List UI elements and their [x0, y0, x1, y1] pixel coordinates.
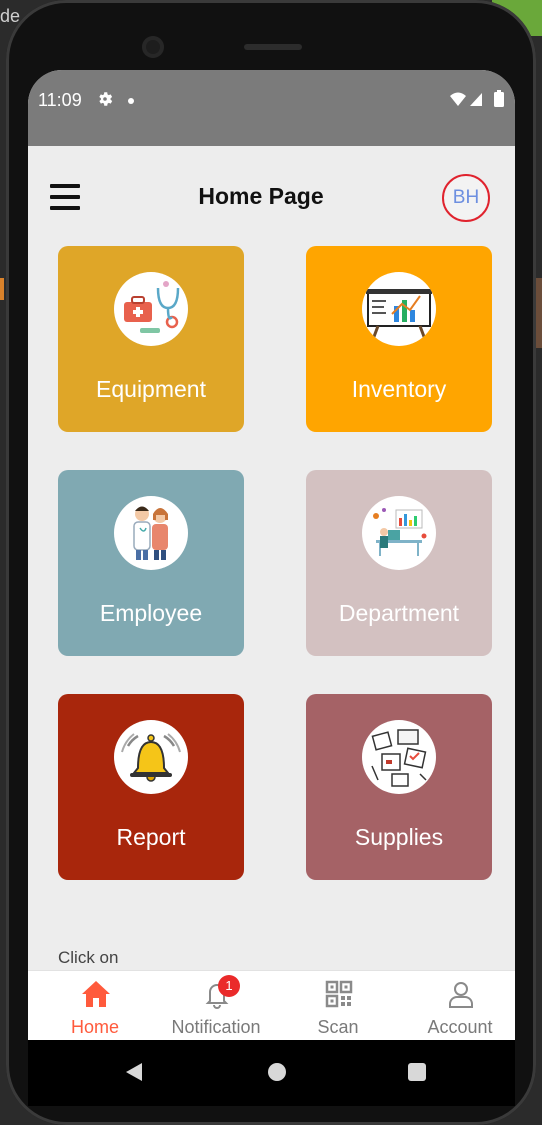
earpiece-speaker	[244, 44, 302, 50]
hint-text: Click on	[58, 948, 119, 967]
tile-label: Equipment	[96, 376, 206, 402]
medical-tools-icon	[114, 272, 188, 346]
recents-icon[interactable]	[408, 1063, 426, 1081]
tile-inventory[interactable]: Inventory	[306, 246, 492, 432]
tile-label: Department	[338, 600, 460, 626]
chart-board-icon	[362, 272, 436, 346]
nav-label: Scan	[317, 1017, 359, 1037]
person-icon	[449, 982, 473, 1008]
staff-people-icon	[114, 496, 188, 570]
background-accent	[536, 278, 542, 348]
nav-notification[interactable]: 1 Notification	[156, 971, 276, 1041]
nav-label: Notification	[171, 1017, 261, 1037]
app-bar: Home Page BH	[28, 146, 515, 246]
front-camera	[142, 36, 164, 58]
avatar[interactable]: BH	[442, 174, 490, 222]
system-nav-bar	[28, 1040, 515, 1106]
home-icon	[82, 981, 110, 1007]
boxes-icon	[362, 720, 436, 794]
nav-account[interactable]: Account	[400, 971, 515, 1041]
office-desk-icon	[362, 496, 436, 570]
tile-department[interactable]: Department	[306, 470, 492, 656]
gear-icon	[99, 92, 113, 106]
background-accent	[0, 278, 4, 300]
tile-label: Employee	[99, 600, 203, 626]
back-icon[interactable]	[124, 1062, 144, 1082]
tile-employee[interactable]: Employee	[58, 470, 244, 656]
signal-battery-icon	[450, 90, 504, 107]
qr-code-icon	[325, 980, 353, 1008]
tile-label: Inventory	[351, 376, 447, 402]
nav-scan[interactable]: Scan	[278, 971, 398, 1041]
home-button-icon[interactable]	[268, 1063, 286, 1081]
notification-dot-icon	[128, 98, 134, 104]
status-time: 11:09	[38, 90, 82, 110]
nav-label: Home	[70, 1017, 119, 1037]
bottom-nav: Home 1 Notification Scan Account	[28, 970, 515, 1041]
tile-equipment[interactable]: Equipment	[58, 246, 244, 432]
tile-report[interactable]: Report	[58, 694, 244, 880]
tile-label: Supplies	[354, 824, 444, 850]
status-bar: 11:09	[28, 70, 515, 146]
nav-home[interactable]: Home	[35, 971, 155, 1041]
notification-badge: 1	[218, 975, 240, 997]
phone-frame: 11:09 Home Page BH Equipment Inventory E…	[6, 0, 536, 1125]
page-title: Home Page	[198, 183, 324, 209]
tile-supplies[interactable]: Supplies	[306, 694, 492, 880]
app-screen: 11:09 Home Page BH Equipment Inventory E…	[28, 70, 515, 1106]
tile-label: Report	[116, 824, 186, 850]
bell-icon	[114, 720, 188, 794]
nav-label: Account	[427, 1017, 493, 1037]
